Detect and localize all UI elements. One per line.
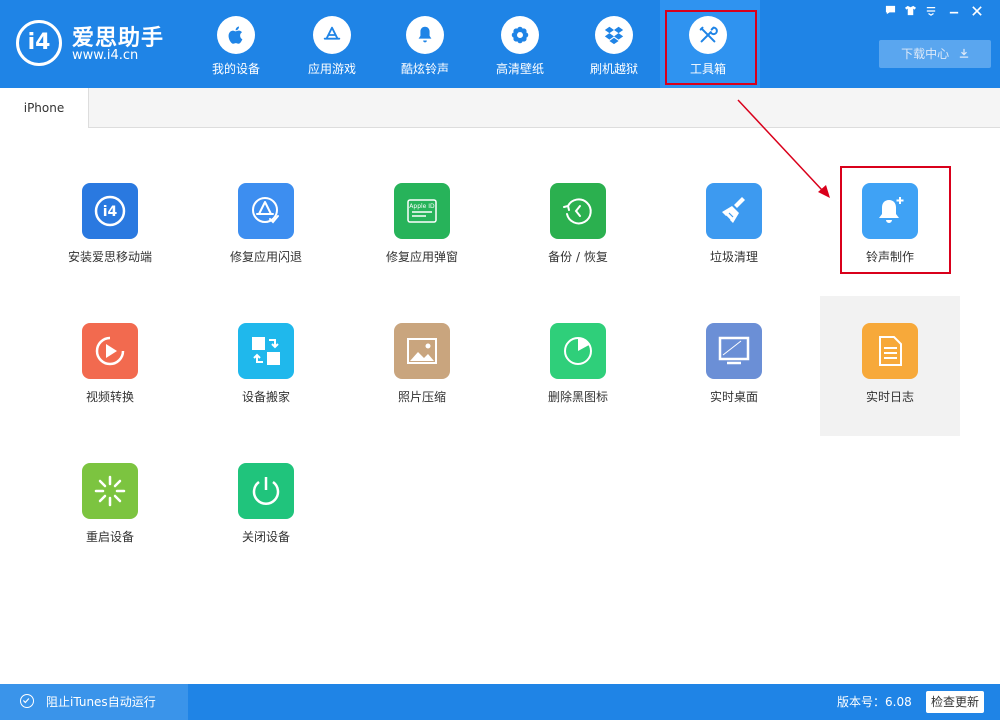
nav-ringtones[interactable]: 酷炫铃声 <box>385 12 465 80</box>
close-icon[interactable] <box>967 4 987 20</box>
tool-label: 设备搬家 <box>241 390 290 404</box>
app-logo: i4 爱思助手 www.i4.cn <box>16 18 176 70</box>
menu-icon[interactable] <box>921 4 941 20</box>
tool-label: 视频转换 <box>85 390 134 404</box>
monitor-icon <box>706 323 762 379</box>
tool-shutdown-device[interactable]: 关闭设备 <box>196 436 336 576</box>
tool-fix-app-popup[interactable]: Apple ID 修复应用弹窗 <box>352 156 492 296</box>
nav-my-device[interactable]: 我的设备 <box>196 12 276 80</box>
download-center-button[interactable]: 下载中心 <box>879 40 991 68</box>
ringtone-highlight-box <box>840 166 951 274</box>
check-circle-icon <box>20 694 34 708</box>
nav-label: 刷机越狱 <box>589 62 638 76</box>
version-text: 版本号：6.08 <box>837 695 912 709</box>
video-play-icon <box>82 323 138 379</box>
tool-install-mobile[interactable]: i4 安装爱思移动端 <box>40 156 180 296</box>
tool-junk-clean[interactable]: 垃圾清理 <box>664 156 804 296</box>
top-bar: i4 爱思助手 www.i4.cn 我的设备 应用游戏 酷炫铃声 高清壁纸 刷机… <box>0 0 1000 88</box>
tool-live-log[interactable]: 实时日志 <box>820 296 960 436</box>
nav-apps-games[interactable]: 应用游戏 <box>292 12 372 80</box>
bell-icon <box>406 16 444 54</box>
download-center-label: 下载中心 <box>901 47 950 61</box>
apple-id-text: Apple ID <box>409 203 435 210</box>
broom-icon <box>706 183 762 239</box>
tool-backup-restore[interactable]: 备份 / 恢复 <box>508 156 648 296</box>
tool-video-convert[interactable]: 视频转换 <box>40 296 180 436</box>
shirt-icon[interactable] <box>900 4 920 20</box>
check-update-button[interactable]: 检查更新 <box>926 691 984 713</box>
tool-label: 垃圾清理 <box>709 250 758 264</box>
pie-icon <box>550 323 606 379</box>
device-tab-bar: iPhone <box>0 88 1000 128</box>
tool-live-desktop[interactable]: 实时桌面 <box>664 296 804 436</box>
flower-icon <box>501 16 539 54</box>
tool-fix-app-crash[interactable]: 修复应用闪退 <box>196 156 336 296</box>
tool-device-migrate[interactable]: 设备搬家 <box>196 296 336 436</box>
tool-label: 备份 / 恢复 <box>548 250 608 264</box>
power-icon <box>238 463 294 519</box>
message-icon[interactable] <box>880 4 900 20</box>
tool-label: 修复应用弹窗 <box>385 250 458 264</box>
nav-flash-jailbreak[interactable]: 刷机越狱 <box>574 12 654 80</box>
toolbox-highlight-box <box>665 10 757 85</box>
apple-icon <box>217 16 255 54</box>
nav-label: 酷炫铃声 <box>400 62 449 76</box>
nav-label: 高清壁纸 <box>495 62 544 76</box>
tool-label: 删除黑图标 <box>547 390 608 404</box>
tool-label: 实时日志 <box>865 390 914 404</box>
loading-spinner-icon <box>82 463 138 519</box>
i4-app-icon: i4 <box>82 183 138 239</box>
i4-logo-icon: i4 <box>16 20 62 66</box>
tool-restart-device[interactable]: 重启设备 <box>40 436 180 576</box>
document-icon <box>862 323 918 379</box>
download-icon <box>959 47 969 61</box>
app-store-check-icon <box>238 183 294 239</box>
block-itunes-toggle[interactable]: 阻止iTunes自动运行 <box>0 684 188 720</box>
tab-iphone[interactable]: iPhone <box>0 88 89 128</box>
tool-label: 关闭设备 <box>241 530 290 544</box>
photo-icon <box>394 323 450 379</box>
backup-clock-icon <box>550 183 606 239</box>
nav-wallpapers[interactable]: 高清壁纸 <box>480 12 560 80</box>
tool-photo-compress[interactable]: 照片压缩 <box>352 296 492 436</box>
dropbox-icon <box>595 16 633 54</box>
apple-id-icon: Apple ID <box>394 183 450 239</box>
tool-label: 重启设备 <box>85 530 134 544</box>
tool-delete-black-icons[interactable]: 删除黑图标 <box>508 296 648 436</box>
block-itunes-label: 阻止iTunes自动运行 <box>46 695 156 709</box>
tool-label: 实时桌面 <box>709 390 758 404</box>
app-store-icon <box>313 16 351 54</box>
migrate-icon <box>238 323 294 379</box>
app-url: www.i4.cn <box>72 48 139 63</box>
tool-label: 修复应用闪退 <box>229 250 302 264</box>
svg-text:i4: i4 <box>103 204 118 220</box>
nav-label: 我的设备 <box>211 62 260 76</box>
nav-label: 应用游戏 <box>307 62 356 76</box>
tool-label: 安装爱思移动端 <box>67 250 152 264</box>
tool-label: 照片压缩 <box>397 390 446 404</box>
status-bar: 阻止iTunes自动运行 版本号：6.08 检查更新 <box>0 684 1000 720</box>
minimize-icon[interactable] <box>944 4 964 20</box>
